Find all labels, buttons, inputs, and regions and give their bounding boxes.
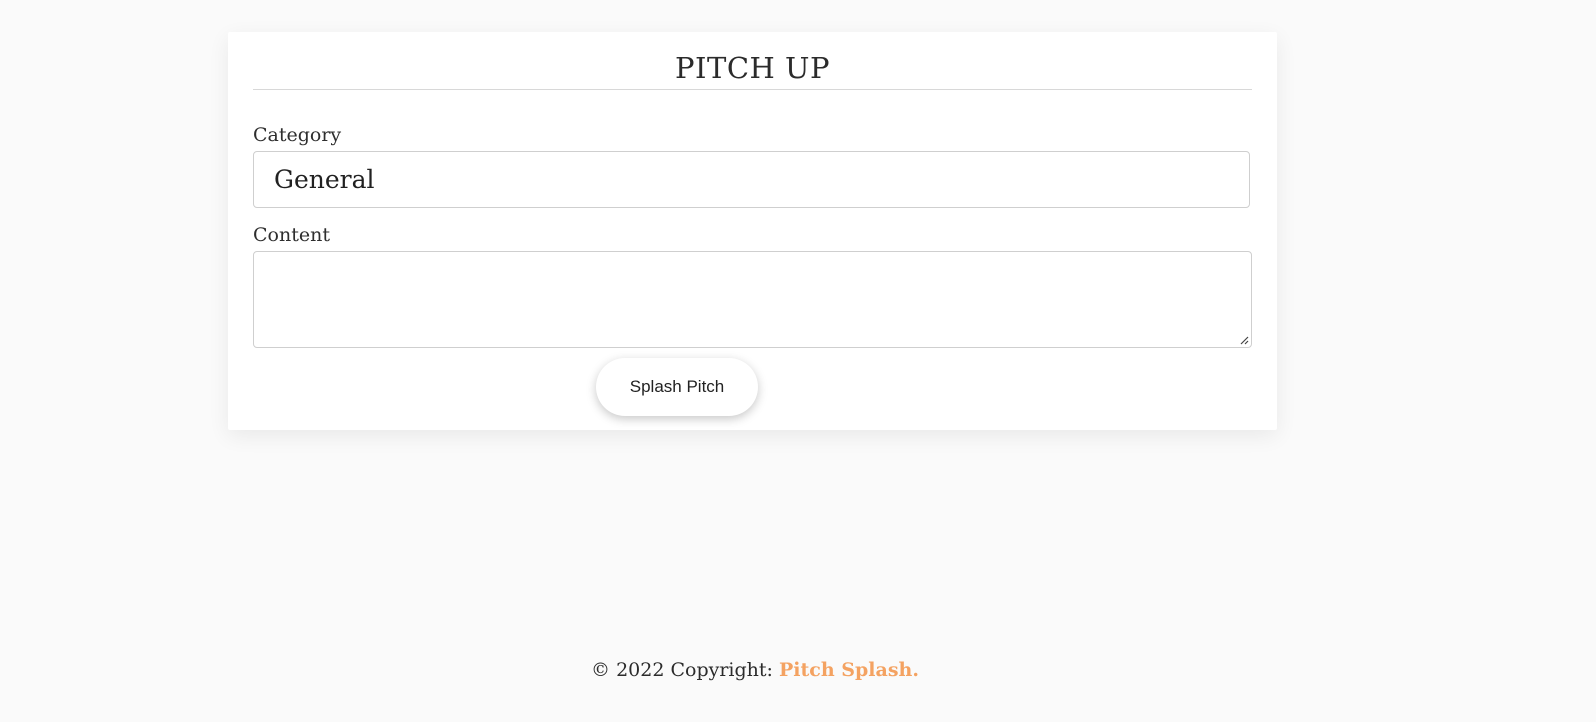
form-title: PITCH UP [675, 51, 830, 85]
resize-handle-icon[interactable] [1239, 335, 1249, 345]
content-label: Content [253, 224, 330, 246]
brand-link[interactable]: Pitch Splash. [779, 659, 919, 681]
title-divider [253, 89, 1252, 90]
content-textarea[interactable] [253, 251, 1252, 348]
footer-content: © 2022 Copyright: Pitch Splash. [591, 659, 919, 681]
splash-pitch-button[interactable]: Splash Pitch [596, 358, 758, 416]
category-select[interactable]: General [253, 151, 1250, 208]
page-footer: © 2022 Copyright: Pitch Splash. [0, 656, 1596, 684]
copyright-text: © 2022 Copyright: [591, 659, 779, 681]
category-selected-value: General [274, 165, 375, 194]
category-label: Category [253, 124, 342, 146]
pitch-form-card: PITCH UP Category General Content Splash… [228, 32, 1277, 430]
